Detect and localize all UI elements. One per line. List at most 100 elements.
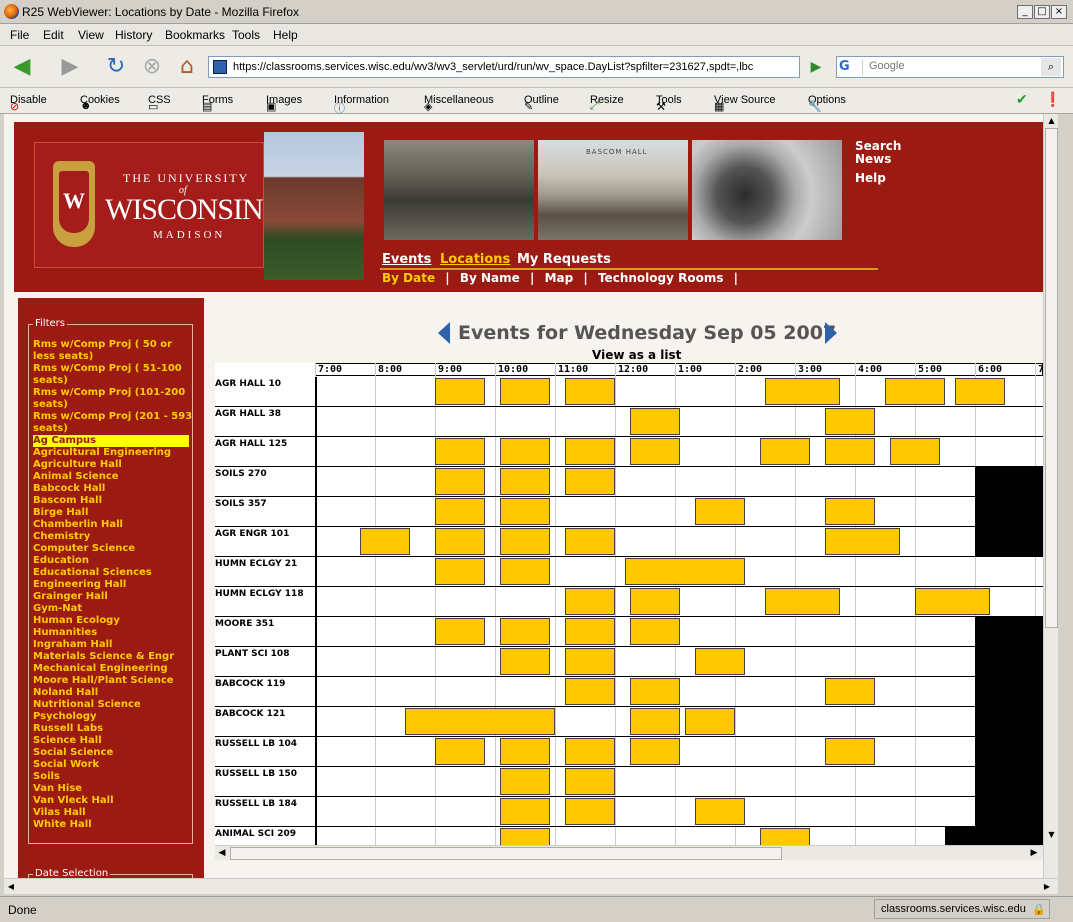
room-label[interactable]: SOILS 357 xyxy=(215,499,267,509)
event-block[interactable] xyxy=(694,648,746,675)
room-label[interactable]: RUSSELL LB 184 xyxy=(215,799,297,809)
filter-item[interactable]: Babcock Hall xyxy=(33,483,193,495)
filter-item[interactable]: Science Hall xyxy=(33,735,193,747)
forms-menu[interactable]: ▤ Forms xyxy=(202,94,233,113)
filter-item[interactable]: Education xyxy=(33,555,193,567)
event-block[interactable] xyxy=(915,588,990,615)
room-label[interactable]: HUMN ECLGY 21 xyxy=(215,559,297,569)
resize-menu[interactable]: ⤢ Resize xyxy=(590,94,624,112)
event-block[interactable] xyxy=(765,588,840,615)
tools-menu[interactable]: ⚒ Tools xyxy=(656,94,682,113)
minimize-button[interactable]: _ xyxy=(1017,5,1033,19)
event-block[interactable] xyxy=(760,438,810,465)
room-label[interactable]: MOORE 351 xyxy=(215,619,274,629)
filter-item[interactable]: Chemistry xyxy=(33,531,193,543)
grid-scroll-thumb[interactable] xyxy=(230,847,782,860)
room-label[interactable]: RUSSELL LB 150 xyxy=(215,769,297,779)
filter-item[interactable]: Grainger Hall xyxy=(33,591,193,603)
filter-item[interactable]: Soils xyxy=(33,771,193,783)
view-as-list-link[interactable]: View as a list xyxy=(592,348,681,362)
menu-bookmarks[interactable]: Bookmarks xyxy=(165,28,225,42)
room-label[interactable]: BABCOCK 121 xyxy=(215,709,285,719)
validation-ok-icon[interactable]: ✔ xyxy=(1016,91,1028,108)
filter-item[interactable]: Rms w/Comp Proj ( 50 or less seats) xyxy=(33,339,193,363)
menu-edit[interactable]: Edit xyxy=(43,28,64,42)
event-block[interactable] xyxy=(630,678,680,705)
event-block[interactable] xyxy=(694,498,746,525)
options-menu[interactable]: 🔧 Options xyxy=(808,94,846,113)
event-block[interactable] xyxy=(825,438,875,465)
scroll-up-arrow-icon[interactable]: ▲ xyxy=(1045,114,1058,128)
menu-file[interactable]: File xyxy=(10,28,29,42)
page-horizontal-scrollbar[interactable]: ◀ ▶ xyxy=(4,878,1058,894)
event-block[interactable] xyxy=(499,618,551,645)
filter-item[interactable]: Bascom Hall xyxy=(33,495,193,507)
go-button[interactable]: ▶ xyxy=(806,57,826,77)
event-block[interactable] xyxy=(499,498,551,525)
cookies-menu[interactable]: ☻ Cookies xyxy=(80,94,120,112)
filter-item[interactable]: Moore Hall/Plant Science xyxy=(33,675,193,687)
information-menu[interactable]: ⓘ Information xyxy=(334,94,389,115)
event-block[interactable] xyxy=(694,798,746,825)
disable-menu[interactable]: ⊘ Disable xyxy=(10,94,47,113)
images-menu[interactable]: ▣ Images xyxy=(266,94,302,113)
room-label[interactable]: AGR HALL 10 xyxy=(215,379,281,389)
error-icon[interactable]: ❗ xyxy=(1044,91,1061,108)
event-block[interactable] xyxy=(435,468,485,495)
event-block[interactable] xyxy=(499,468,551,495)
css-menu[interactable]: ▭ CSS xyxy=(148,94,171,113)
filter-item[interactable]: Noland Hall xyxy=(33,687,193,699)
event-block[interactable] xyxy=(630,618,680,645)
event-block[interactable] xyxy=(630,588,680,615)
filter-item[interactable]: Human Ecology xyxy=(33,615,193,627)
tab-events[interactable]: Events xyxy=(382,252,431,267)
filter-item[interactable]: Psychology xyxy=(33,711,193,723)
miscellaneous-menu[interactable]: ◈ Miscellaneous xyxy=(424,94,494,113)
room-label[interactable]: AGR HALL 125 xyxy=(215,439,287,449)
event-block[interactable] xyxy=(499,558,551,585)
event-block[interactable] xyxy=(825,528,900,555)
event-block[interactable] xyxy=(565,768,615,795)
menu-help[interactable]: Help xyxy=(273,28,298,42)
event-block[interactable] xyxy=(955,378,1005,405)
filter-item[interactable]: Chamberlin Hall xyxy=(33,519,193,531)
filter-item[interactable]: Mechanical Engineering xyxy=(33,663,193,675)
home-icon[interactable]: ⌂ xyxy=(173,54,201,80)
filter-item[interactable]: Educational Sciences xyxy=(33,567,193,579)
room-label[interactable]: SOILS 270 xyxy=(215,469,267,479)
news-link[interactable]: News xyxy=(855,153,901,166)
event-block[interactable] xyxy=(499,378,551,405)
next-day-arrow-icon[interactable] xyxy=(825,322,837,344)
search-magnifier-icon[interactable]: ⌕ xyxy=(1041,58,1061,76)
filter-item[interactable]: Rms w/Comp Proj (101-200 seats) xyxy=(33,387,193,411)
view-source-menu[interactable]: ▦ View Source xyxy=(714,94,776,113)
filter-item[interactable]: Vilas Hall xyxy=(33,807,193,819)
event-block[interactable] xyxy=(435,498,485,525)
event-block[interactable] xyxy=(499,738,551,765)
scroll-right-arrow-icon[interactable]: ▶ xyxy=(1027,847,1041,860)
subtab-technology-rooms[interactable]: Technology Rooms xyxy=(598,271,724,285)
event-block[interactable] xyxy=(360,528,410,555)
search-box[interactable]: G Google ⌕ xyxy=(836,56,1064,78)
filter-item[interactable]: Nutritional Science xyxy=(33,699,193,711)
stop-icon[interactable]: ⊗ xyxy=(138,54,166,80)
close-button[interactable]: × xyxy=(1051,5,1067,19)
scroll-down-arrow-icon[interactable]: ▼ xyxy=(1045,828,1058,842)
grid-horizontal-scrollbar[interactable]: ◀ ▶ xyxy=(215,845,1043,860)
back-arrow-icon[interactable]: ◀ xyxy=(8,54,36,80)
event-block[interactable] xyxy=(499,438,551,465)
room-label[interactable]: RUSSELL LB 104 xyxy=(215,739,297,749)
event-block[interactable] xyxy=(405,708,555,735)
filter-item[interactable]: Computer Science xyxy=(33,543,193,555)
filter-item[interactable]: Rms w/Comp Proj (201 - 593 seats) xyxy=(33,411,193,435)
event-block[interactable] xyxy=(825,408,875,435)
event-block[interactable] xyxy=(435,528,485,555)
filter-item[interactable]: Agriculture Hall xyxy=(33,459,193,471)
event-block[interactable] xyxy=(685,708,735,735)
filter-item[interactable]: Social Work xyxy=(33,759,193,771)
event-block[interactable] xyxy=(565,438,615,465)
filter-item[interactable]: Social Science xyxy=(33,747,193,759)
event-block[interactable] xyxy=(565,528,615,555)
menu-tools[interactable]: Tools xyxy=(232,28,260,42)
event-block[interactable] xyxy=(499,648,551,675)
